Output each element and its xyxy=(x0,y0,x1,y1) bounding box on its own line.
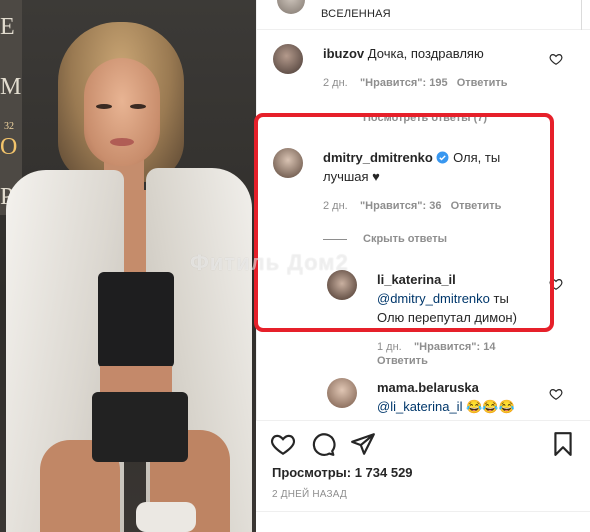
avatar[interactable] xyxy=(277,0,305,14)
comment-age: 1 дн. xyxy=(377,341,402,353)
comment-username[interactable]: ibuzov xyxy=(323,46,364,61)
post-header: ВСЕЛЕННАЯ xyxy=(257,0,590,30)
comment-likes[interactable]: "Нравится": 195 xyxy=(360,77,448,89)
post-actions: Просмотры: 1 734 529 2 ДНЕЙ НАЗАД xyxy=(256,420,590,532)
add-comment-area[interactable] xyxy=(256,511,590,532)
share-icon[interactable] xyxy=(350,431,376,457)
comment-likes[interactable]: "Нравится": 14 xyxy=(414,341,495,353)
heart-icon[interactable] xyxy=(270,431,296,457)
eye xyxy=(130,104,146,109)
face xyxy=(84,58,160,166)
black-top xyxy=(98,272,174,368)
reply-button[interactable]: Ответить xyxy=(457,77,508,89)
bookmark-icon[interactable] xyxy=(550,431,576,457)
comment-icon[interactable] xyxy=(310,431,336,457)
comment-age: 2 дн. xyxy=(323,77,348,89)
avatar[interactable] xyxy=(327,378,357,408)
comment-meta: 1 дн. "Нравится": 14 Ответить xyxy=(377,340,495,368)
eye xyxy=(96,104,112,109)
comment-body: 😂😂😂 xyxy=(466,399,515,414)
views-count[interactable]: Просмотры: 1 734 529 xyxy=(272,465,413,480)
heart-icon[interactable] xyxy=(549,387,563,401)
comment-username[interactable]: mama.belaruska xyxy=(377,380,479,395)
board-letter: O xyxy=(0,134,18,160)
avatar[interactable] xyxy=(273,44,303,74)
board-letter: E xyxy=(0,14,15,40)
shorts xyxy=(92,392,188,462)
comment-meta: 2 дн. "Нравится": 195 Ответить xyxy=(323,77,508,89)
heart-icon[interactable] xyxy=(549,52,563,66)
watermark: Фитиль Дом2 xyxy=(190,250,349,275)
board-number: 32 xyxy=(4,121,14,132)
highlight-frame xyxy=(254,113,554,332)
shirt-cuff xyxy=(136,502,196,532)
comment-text: ibuzov Дочка, поздравляю xyxy=(323,44,484,63)
lips xyxy=(110,138,134,146)
comment-mention[interactable]: @li_katerina_il xyxy=(377,399,462,414)
board-letter: M xyxy=(0,74,22,100)
scrollbar[interactable] xyxy=(581,0,582,30)
reply-button[interactable]: Ответить xyxy=(377,355,428,367)
header-text: ВСЕЛЕННАЯ xyxy=(321,8,391,20)
comment-body: Дочка, поздравляю xyxy=(367,46,484,61)
comment-text: mama.belaruska @li_katerina_il 😂😂😂 xyxy=(377,378,577,416)
post-date[interactable]: 2 ДНЕЙ НАЗАД xyxy=(272,489,347,500)
